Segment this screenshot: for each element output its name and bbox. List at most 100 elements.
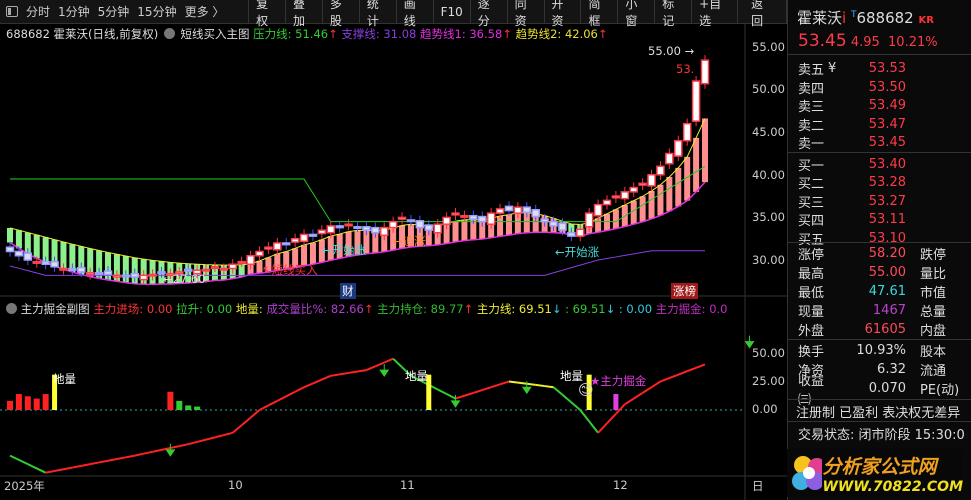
- candle-body: [94, 272, 104, 276]
- candle-body: [540, 218, 549, 223]
- level-price: 53.50: [868, 79, 906, 95]
- candle-body: [148, 273, 157, 277]
- ask-row[interactable]: 卖二 53.47: [788, 115, 971, 134]
- indicator-dropdown-icon[interactable]: [6, 303, 17, 314]
- stat-label: 换手: [798, 345, 825, 360]
- candle-body: [593, 203, 603, 217]
- dig-bar: [613, 394, 619, 410]
- ask-row[interactable]: 卖四 53.50: [788, 78, 971, 97]
- low-vol-label: 地量:: [235, 302, 263, 316]
- up-arrow-icon: ↑: [328, 27, 338, 41]
- ask-row[interactable]: 卖五 ¥53.53: [788, 59, 971, 78]
- candle-body: [433, 223, 442, 234]
- candle-body: [112, 274, 122, 278]
- candle-body: [121, 274, 131, 278]
- main-force-line-segment: [98, 459, 109, 464]
- stat-value: 6.32: [877, 362, 906, 377]
- candle-body: [486, 212, 496, 225]
- limit-up-marker[interactable]: 涨榜: [671, 283, 698, 299]
- candle-body: [584, 212, 594, 228]
- bid-row[interactable]: 买四 53.11: [788, 210, 971, 229]
- main-force-line-segment: [312, 378, 323, 385]
- main-force-line-segment: [535, 383, 545, 388]
- main-force-line-segment: [561, 394, 572, 404]
- main-force-line-segment: [134, 452, 144, 457]
- stat-label: 总量: [920, 305, 947, 320]
- candle-body: [531, 208, 540, 218]
- stat-label: 外盘: [798, 324, 825, 339]
- y-tick: 50.00: [752, 346, 785, 360]
- logo-text: 分析家公式网: [822, 455, 937, 478]
- bid-row[interactable]: 买一 53.40: [788, 155, 971, 174]
- candle-body: [379, 226, 389, 237]
- x-tick: 2025年: [4, 479, 45, 493]
- y-tick: 35.00: [752, 210, 785, 224]
- stat-row: 最低 47.61 市值: [788, 282, 971, 301]
- down-arrow-icon: [165, 443, 176, 457]
- indicator-dropdown-icon[interactable]: [163, 28, 175, 39]
- value-3: : 0.00: [618, 302, 653, 316]
- vol-ratio-value: 成交量比%: 82.66: [266, 302, 364, 316]
- ask-row[interactable]: 卖三 53.49: [788, 96, 971, 115]
- info-icon[interactable]: i: [842, 9, 846, 27]
- kr-badge: KR: [918, 15, 934, 26]
- candle-body: [317, 229, 327, 235]
- currency-icon: ¥: [828, 61, 837, 76]
- main-force-line-segment: [196, 438, 207, 443]
- trend-ribbon-bar: [505, 214, 512, 236]
- main-force-line-segment: [321, 374, 332, 381]
- up-arrow-icon: ↑: [597, 27, 608, 41]
- main-force-line-segment: [45, 470, 55, 474]
- sub-chart-legend: 主力掘金副图 主力进场: 0.00 拉升: 0.00 地量: 成交量比%: 82…: [6, 301, 728, 317]
- price-line: 53.45 4.95 10.21%: [798, 31, 938, 51]
- trend-ribbon-bar: [33, 234, 40, 259]
- stat-label: 最高: [798, 267, 825, 282]
- bid-row[interactable]: 买二 53.28: [788, 173, 971, 192]
- sub-indicator-name[interactable]: 主力掘金副图: [21, 302, 90, 316]
- stock-code: 688682: [856, 9, 914, 27]
- logo-url: WWW.70822.COM: [822, 478, 963, 495]
- stat-label: 现量: [798, 305, 825, 320]
- main-force-line-segment: [517, 381, 527, 385]
- level-label: 买四: [798, 214, 825, 229]
- candle-body: [567, 231, 576, 237]
- main-force-line-segment: [170, 445, 180, 449]
- main-force-line-segment: [695, 363, 706, 369]
- stat-value: 0.070: [868, 381, 906, 396]
- main-force-line-segment: [669, 373, 679, 380]
- high-price-label: 55.00 →: [648, 44, 695, 58]
- candle-body: [353, 226, 362, 230]
- start-rise-signal: ←开始涨: [555, 245, 600, 259]
- stat-label: 内盘: [920, 324, 947, 339]
- candle-body: [620, 191, 630, 200]
- x-tick: 11: [400, 478, 415, 492]
- indicator-name[interactable]: 短线买入主图: [181, 27, 250, 41]
- kline-chart[interactable]: [0, 0, 787, 500]
- main-force-line-segment: [660, 377, 670, 383]
- main-force-line-segment: [526, 382, 536, 386]
- candle-body: [406, 219, 416, 223]
- volume-bar: [7, 400, 13, 410]
- candle-body: [611, 195, 621, 199]
- stat-row: 最高 55.00 量比: [788, 263, 971, 282]
- main-force-line-segment: [303, 382, 314, 389]
- main-force-line-segment: [9, 454, 20, 461]
- pull-value: 拉升: 0.00: [176, 302, 233, 316]
- candle-body: [32, 260, 41, 264]
- volume-bar: [185, 405, 192, 410]
- volume-bar: [176, 400, 183, 410]
- ask-row[interactable]: 卖一 53.45: [788, 133, 971, 152]
- level-label: 买一: [798, 158, 825, 174]
- main-force-line-segment: [624, 397, 635, 406]
- main-force-line-segment: [455, 394, 465, 400]
- candle-body: [469, 214, 478, 220]
- main-force-line-segment: [552, 386, 564, 396]
- candle-body: [77, 266, 86, 273]
- stat-value: 58.20: [868, 246, 906, 261]
- finance-marker[interactable]: 财: [340, 283, 356, 299]
- candle-body: [326, 225, 336, 234]
- low-volume-label: 地量: [405, 369, 428, 383]
- bid-row[interactable]: 买三 53.27: [788, 192, 971, 211]
- candle-body: [219, 267, 229, 271]
- volume-bar: [167, 391, 174, 410]
